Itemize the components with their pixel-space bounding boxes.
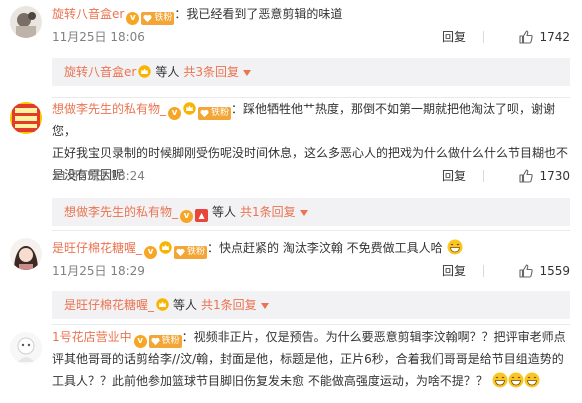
avatar[interactable] [10,332,42,364]
divider [483,31,484,43]
fan-badge: 铁粉 [148,335,182,348]
divider [52,230,570,231]
comment-text: ：快点赶紧的 淘汰李汶翰 不免费做工具人哈 [207,241,443,255]
vip-badge-icon: v [180,210,194,223]
fan-badge-heart-icon [200,109,209,118]
avatar[interactable] [10,6,42,38]
crown-icon [138,60,152,78]
fan-badge: 铁粉 [198,107,232,120]
comment-meta: 11月25日 18:29 回复 1559 [52,261,570,281]
vip-badge-icon: v [144,246,158,259]
thumbs-up-icon [519,30,534,44]
like-button[interactable]: 1742 [519,27,570,47]
comment-time: 11月25日 18:29 [52,264,145,278]
level-badge-icon: ▲ [195,209,209,222]
arrow-down-icon [260,303,269,309]
grin-emoji-icon [447,239,462,255]
reply-summary: 是旺仔棉花糖喔_ 等人 共1条回复 [52,291,570,319]
comment-text-line: 工具人？？此前他参加篮球节目脚旧伤复发未愈 不能做高强度运动，为啥不提？？ [52,374,488,388]
crown-icon [183,100,196,115]
comment-username[interactable]: 旋转八音盒er [52,7,124,21]
comment-time: 11月25日 18:06 [52,30,145,44]
vip-badge-icon: v [126,12,140,25]
comment-text-line: 正好我宝贝录制的时候脚刚受伤呢没时间休息，这么多恶心人的把戏为什么做什么什么节目… [52,146,569,160]
grin-emoji-icon [508,372,524,388]
reply-summary: 旋转八音盒er 等人 共3条回复 [52,58,570,86]
comment-meta: 11月25日 18:06 回复 1742 [52,27,570,47]
comment-text-line: ：视频非正片，仅是预告。为什么要恶意剪辑李汶翰啊？？把评审老师点 [181,330,566,344]
divider [52,324,570,325]
comment-meta: 11月25日 18:24 回复 1730 [52,166,570,186]
grin-emoji-icon [524,372,540,388]
comment-body: 旋转八音盒er v 铁粉 ：我已经看到了恶意剪辑的味道 [52,3,572,25]
thumbs-up-icon [519,264,534,278]
vip-badge-icon: v [168,107,182,120]
view-replies-link[interactable]: 共1条回复 [201,298,269,312]
comment-item: 是旺仔棉花糖喔_ v 铁粉 ：快点赶紧的 淘汰李汶翰 不免费做工具人哈 11月25日 … [0,232,582,322]
comment-username[interactable]: 1号花店营业中 [52,330,132,344]
like-count: 1730 [539,169,570,183]
like-button[interactable]: 1730 [519,166,570,186]
reply-button[interactable]: 回复 [442,261,466,281]
grin-emoji-icon [492,372,508,388]
avatar[interactable] [10,102,42,134]
comment-text: ：我已经看到了恶意剪辑的味道 [174,7,343,21]
like-button[interactable]: 1559 [519,261,570,281]
reply-username[interactable]: 旋转八音盒er [64,65,136,79]
avatar[interactable] [10,238,42,270]
reply-button[interactable]: 回复 [442,27,466,47]
like-count: 1742 [539,30,570,44]
reply-etc: 等人 [212,205,237,219]
comment-time: 11月25日 18:24 [52,169,145,183]
fan-badge: 铁粉 [141,12,175,25]
comment-item: 1号花店营业中 v 铁粉 ：视频非正片，仅是预告。为什么要恶意剪辑李汶翰啊？？把评审老… [0,326,582,403]
fan-badge: 铁粉 [174,246,208,259]
fan-badge-heart-icon [176,248,185,257]
comment-item: 旋转八音盒er v 铁粉 ：我已经看到了恶意剪辑的味道 11月25日 18:06 回复… [0,0,582,100]
comment-body: 1号花店营业中 v 铁粉 ：视频非正片，仅是预告。为什么要恶意剪辑李汶翰啊？？把评审老… [52,326,572,392]
comment-text-line: 评其他哥哥的话剪给李//汶/翰，封面是他，标题是他，正片6秒，合着我们哥哥是给节… [52,352,564,366]
thumbs-up-icon [519,169,534,183]
like-count: 1559 [539,264,570,278]
comment-username[interactable]: 想做李先生的私有物_ [52,102,166,116]
fan-badge-heart-icon [151,337,160,346]
reply-button[interactable]: 回复 [442,166,466,186]
reply-username[interactable]: 是旺仔棉花糖喔_ [64,298,154,312]
reply-etc: 等人 [173,298,198,312]
view-replies-link[interactable]: 共3条回复 [183,65,251,79]
reply-username[interactable]: 想做李先生的私有物_ [64,205,178,219]
view-replies-link[interactable]: 共1条回复 [240,205,308,219]
comment-body: 是旺仔棉花糖喔_ v 铁粉 ：快点赶紧的 淘汰李汶翰 不免费做工具人哈 [52,237,572,259]
divider [483,265,484,277]
crown-icon [156,293,169,311]
divider [483,170,484,182]
reply-etc: 等人 [155,65,180,79]
comment-item: 想做李先生的私有物_ v 铁粉 ：踩他牺牲他艹热度，那倒不如第一期就把他淘汰了呗，谢谢… [0,98,582,226]
fan-badge-heart-icon [143,14,152,23]
crown-icon [159,239,172,254]
reply-summary: 想做李先生的私有物_ v ▲ 等人 共1条回复 [52,198,570,226]
comment-username[interactable]: 是旺仔棉花糖喔_ [52,241,142,255]
vip-badge-icon: v [133,335,147,348]
arrow-down-icon [242,70,251,76]
arrow-down-icon [299,210,308,216]
